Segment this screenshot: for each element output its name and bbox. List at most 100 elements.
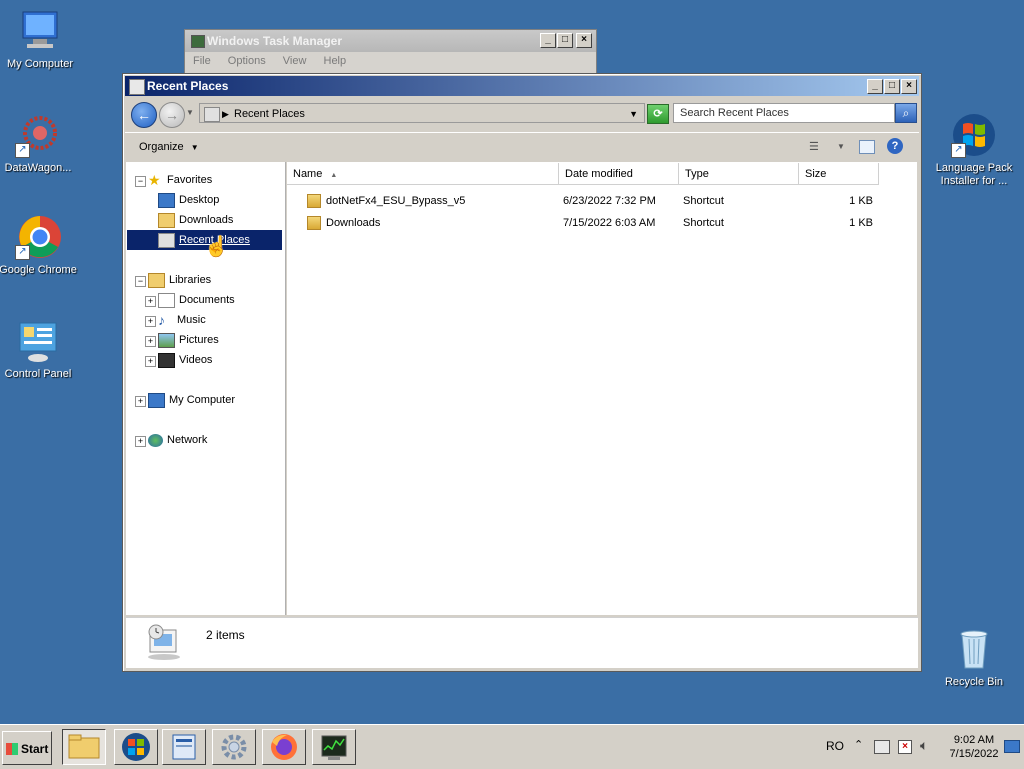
nav-network[interactable]: Network bbox=[148, 430, 207, 450]
taskbar-firefox-button[interactable] bbox=[262, 729, 306, 765]
task-manager-icon bbox=[321, 735, 347, 760]
search-input[interactable]: Search Recent Places bbox=[673, 103, 895, 123]
network-tray-icon[interactable] bbox=[874, 740, 890, 754]
expand-videos-icon[interactable]: + bbox=[145, 356, 156, 367]
expand-music-icon[interactable]: + bbox=[145, 316, 156, 327]
details-pane: 2 items bbox=[126, 617, 918, 668]
nav-desktop[interactable]: Desktop bbox=[158, 190, 219, 210]
nav-documents[interactable]: Documents bbox=[158, 290, 235, 310]
column-header-size[interactable]: Size bbox=[799, 163, 879, 185]
file-row[interactable]: dotNetFx4_ESU_Bypass_v5 6/23/2022 7:32 P… bbox=[287, 190, 917, 212]
clock-date: 7/15/2022 bbox=[949, 748, 999, 760]
nav-music[interactable]: ♪ Music bbox=[158, 310, 206, 330]
file-type: Shortcut bbox=[683, 195, 724, 207]
recent-places-icon bbox=[158, 232, 175, 248]
refresh-button[interactable]: ⟳ bbox=[647, 104, 669, 124]
desktop-icon-my-computer[interactable]: My Computer bbox=[0, 8, 80, 71]
start-label: Start bbox=[21, 742, 49, 756]
recent-pages-dropdown-icon[interactable]: ▼ bbox=[186, 108, 194, 117]
clock-time: 9:02 AM bbox=[953, 734, 995, 746]
view-dropdown-icon[interactable]: ▼ bbox=[837, 142, 845, 151]
nav-label: Network bbox=[167, 434, 208, 446]
address-dropdown-icon[interactable]: ▼ bbox=[629, 104, 638, 124]
maximize-button[interactable]: □ bbox=[884, 79, 900, 94]
desktop-icon-recycle-bin[interactable]: Recycle Bin bbox=[934, 626, 1014, 689]
desktop-icon-label: Control Panel bbox=[4, 368, 72, 380]
view-options-icon[interactable]: ☰ bbox=[809, 140, 819, 153]
show-desktop-icon[interactable] bbox=[1004, 740, 1020, 753]
help-icon[interactable]: ? bbox=[887, 138, 903, 154]
search-icon[interactable]: ⌕ bbox=[895, 103, 917, 123]
file-name: Downloads bbox=[326, 217, 381, 229]
address-field[interactable]: ▶ Recent Places ▼ bbox=[199, 103, 645, 123]
desktop-icon-label: Recycle Bin bbox=[944, 676, 1004, 688]
taskbar-windows-button[interactable] bbox=[114, 729, 158, 765]
close-button[interactable]: × bbox=[901, 79, 917, 94]
taskbar-app-button[interactable] bbox=[162, 729, 206, 765]
taskbar-settings-button[interactable] bbox=[212, 729, 256, 765]
nav-label: Downloads bbox=[179, 214, 234, 226]
clock[interactable]: 9:02 AM 7/15/2022 bbox=[948, 733, 1000, 761]
file-list: Name ▲ Date modified Type Size dotNetFx4… bbox=[287, 162, 917, 615]
menu-help[interactable]: Help bbox=[324, 55, 347, 67]
menu-options[interactable]: Options bbox=[228, 55, 266, 67]
folder-icon bbox=[68, 734, 100, 759]
desktop-icon-google-chrome[interactable]: ↗ Google Chrome bbox=[0, 214, 78, 277]
nav-downloads[interactable]: Downloads bbox=[158, 210, 233, 230]
column-header-name[interactable]: Name ▲ bbox=[287, 163, 559, 185]
back-button[interactable]: ← bbox=[131, 102, 157, 128]
explorer-window[interactable]: Recent Places _ □ × ← → ▼ ▶ Recent Place… bbox=[122, 73, 922, 672]
file-row[interactable]: Downloads 7/15/2022 6:03 AM Shortcut 1 K… bbox=[287, 212, 917, 234]
task-manager-titlebar[interactable]: Windows Task Manager _ □ × bbox=[185, 30, 596, 52]
minimize-button[interactable]: _ bbox=[540, 33, 556, 48]
firefox-icon bbox=[271, 734, 297, 760]
start-button[interactable]: Start bbox=[2, 731, 52, 765]
preview-pane-icon[interactable] bbox=[859, 140, 875, 154]
star-icon: ★ bbox=[148, 171, 161, 188]
language-indicator[interactable]: RO bbox=[826, 739, 844, 753]
desktop-icon-control-panel[interactable]: Control Panel bbox=[0, 318, 78, 381]
show-hidden-icons-icon[interactable]: ⌃ bbox=[854, 738, 863, 751]
nav-my-computer[interactable]: My Computer bbox=[148, 390, 235, 410]
expand-documents-icon[interactable]: + bbox=[145, 296, 156, 307]
desktop-icon-label: DataWagon... bbox=[4, 162, 72, 174]
nav-label: Pictures bbox=[179, 334, 219, 346]
music-note-icon: ♪ bbox=[158, 311, 165, 328]
explorer-titlebar[interactable]: Recent Places _ □ × bbox=[125, 76, 919, 96]
volume-icon[interactable]: 🔈︎ bbox=[920, 737, 928, 754]
expand-pictures-icon[interactable]: + bbox=[145, 336, 156, 347]
nav-videos[interactable]: Videos bbox=[158, 350, 212, 370]
nav-libraries[interactable]: Libraries bbox=[148, 270, 211, 290]
file-size: 1 KB bbox=[849, 195, 873, 207]
menu-view[interactable]: View bbox=[283, 55, 307, 67]
desktop-icon-language-pack[interactable]: ↗ Language Pack Installer for ... bbox=[934, 112, 1014, 188]
organize-button[interactable]: Organize ▼ bbox=[139, 141, 199, 153]
column-header-date[interactable]: Date modified bbox=[559, 163, 679, 185]
expand-my-computer-icon[interactable]: + bbox=[135, 396, 146, 407]
nav-favorites[interactable]: ★ Favorites bbox=[148, 170, 212, 190]
desktop-icon-datawagon[interactable]: ↗ DataWagon... bbox=[0, 112, 78, 175]
recent-places-large-icon bbox=[144, 622, 184, 662]
nav-label: Videos bbox=[179, 354, 213, 366]
navigation-pane: − ★ Favorites Desktop Downloads Recent Pl… bbox=[126, 162, 286, 615]
column-header-type[interactable]: Type bbox=[679, 163, 799, 185]
close-button[interactable]: × bbox=[576, 33, 592, 48]
forward-button[interactable]: → bbox=[159, 102, 185, 128]
desktop-icon-label: Language Pack bbox=[935, 162, 1013, 174]
minimize-button[interactable]: _ bbox=[867, 79, 883, 94]
menu-file[interactable]: File bbox=[193, 55, 211, 67]
chevron-down-icon: ▼ bbox=[190, 143, 199, 152]
breadcrumb-chevron-icon[interactable]: ▶ bbox=[222, 104, 229, 124]
file-name-cell: dotNetFx4_ESU_Bypass_v5 bbox=[307, 190, 465, 212]
nav-pictures[interactable]: Pictures bbox=[158, 330, 219, 350]
window-title: Recent Places bbox=[147, 79, 229, 93]
taskbar-task-manager-button[interactable] bbox=[312, 729, 356, 765]
taskbar-explorer-button[interactable] bbox=[62, 729, 106, 765]
nav-label: Documents bbox=[179, 294, 235, 306]
expand-network-icon[interactable]: + bbox=[135, 436, 146, 447]
action-center-icon[interactable]: × bbox=[898, 740, 912, 754]
collapse-favorites-icon[interactable]: − bbox=[135, 176, 146, 187]
collapse-libraries-icon[interactable]: − bbox=[135, 276, 146, 287]
maximize-button[interactable]: □ bbox=[557, 33, 573, 48]
shortcut-arrow-icon: ↗ bbox=[951, 143, 966, 158]
